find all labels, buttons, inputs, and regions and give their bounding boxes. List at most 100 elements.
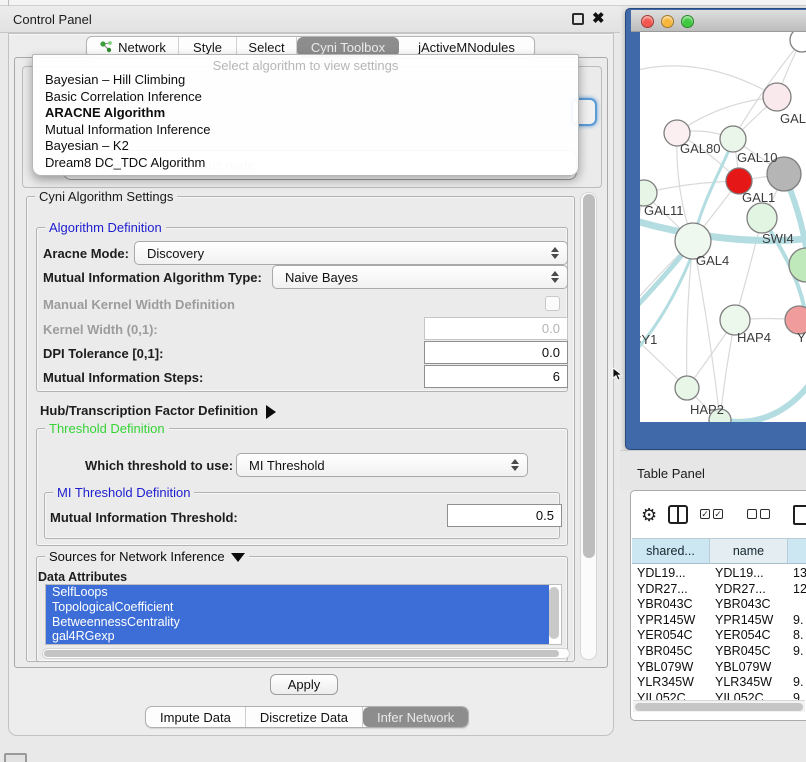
attributes-horizontal-scrollbar[interactable] [42, 648, 570, 659]
dpi-tolerance-field[interactable]: 0.0 [424, 341, 568, 364]
table-cell[interactable]: YBR045C [637, 644, 707, 658]
tab-infer-network[interactable]: Infer Network [363, 707, 468, 727]
select-all-icon[interactable]: ✓ ✓ [700, 509, 723, 519]
panel-corner-button[interactable] [4, 753, 27, 762]
settings-scrollbar-thumb[interactable] [583, 194, 595, 558]
collapse-down-icon [231, 553, 245, 562]
table-cell[interactable]: YER054C [715, 628, 785, 642]
mi-threshold-label: Mutual Information Threshold: [50, 510, 238, 525]
unchecked-box-icon [760, 509, 770, 519]
network-window-titlebar[interactable] [631, 10, 806, 32]
table-horizontal-scrollbar[interactable] [633, 700, 805, 712]
network-edge[interactable] [640, 66, 777, 97]
aracne-mode-combobox[interactable]: Discovery [134, 241, 568, 265]
kernel-width-field[interactable]: 0.0 [424, 317, 568, 340]
network-canvas[interactable]: GALGAL80GAL10GAL1GAL11SWI4GAL4GCY1HAP4YH… [640, 32, 806, 422]
column-header[interactable]: A [788, 538, 806, 564]
column-header[interactable]: name [710, 538, 788, 564]
node-top-right[interactable] [790, 32, 806, 52]
close-icon[interactable]: ✖ [592, 9, 605, 27]
mac-zoom-icon[interactable] [681, 15, 694, 28]
attribute-item[interactable]: TopologicalCoefficient [46, 600, 549, 615]
node-hap2[interactable] [675, 376, 699, 400]
gear-icon[interactable]: ⚙ [641, 505, 657, 526]
table-cell[interactable]: 9. [793, 613, 806, 627]
table-cell[interactable]: YBR043C [637, 597, 707, 611]
unchecked-box-icon [747, 509, 757, 519]
dropdown-item[interactable]: Dream8 DC_TDC Algorithm [33, 155, 578, 172]
which-threshold-combobox[interactable]: MI Threshold [236, 453, 528, 477]
table-cell[interactable]: YLR345W [637, 675, 707, 689]
table-cell[interactable]: 8. [793, 628, 806, 642]
table-cell[interactable]: 9. [793, 644, 806, 658]
float-window-icon[interactable] [572, 13, 584, 25]
table-cell[interactable]: YPR145W [637, 613, 707, 627]
aracne-mode-value: Discovery [147, 246, 204, 261]
new-table-icon[interactable] [793, 505, 806, 525]
mac-close-icon[interactable] [641, 15, 654, 28]
network-icon [99, 40, 114, 54]
table-cell[interactable]: YDL19... [637, 566, 707, 580]
mi-steps-label: Mutual Information Steps: [43, 370, 203, 385]
network-edge[interactable] [644, 181, 739, 193]
table-cell[interactable]: YDR27... [715, 582, 785, 596]
manual-kernel-checkbox[interactable] [545, 296, 560, 311]
table-cell[interactable]: YPR145W [715, 613, 785, 627]
tab-impute-data[interactable]: Impute Data [146, 707, 246, 727]
table-cell[interactable]: YBR045C [715, 644, 785, 658]
hub-definition-toggle[interactable]: Hub/Transcription Factor Definition [40, 403, 276, 419]
node-y-cut-label: Y [797, 330, 806, 345]
columns-icon[interactable] [668, 505, 688, 524]
node-gcy1-label: GCY1 [640, 332, 657, 347]
table-cell[interactable]: YLR345W [715, 675, 785, 689]
scrollbar-thumb[interactable] [44, 650, 559, 657]
mi-steps-field[interactable]: 6 [424, 365, 568, 388]
algorithm-definition-title: Algorithm Definition [45, 220, 166, 235]
dpi-tolerance-label: DPI Tolerance [0,1]: [43, 346, 163, 361]
table-cell[interactable]: YBL079W [715, 660, 785, 674]
dropdown-item[interactable]: Bayesian – K2 [33, 138, 578, 155]
dropdown-item[interactable]: ARACNE Algorithm [33, 105, 578, 122]
data-attributes-list[interactable]: SelfLoopsTopologicalCoefficientBetweenne… [45, 584, 562, 645]
dropdown-placeholder: Select algorithm to view settings [33, 55, 578, 72]
table-cell[interactable]: YER054C [637, 628, 707, 642]
table-cell[interactable]: YDL19... [715, 566, 785, 580]
network-edge-highlighted[interactable] [720, 377, 806, 422]
attribute-item[interactable]: SelfLoops [46, 585, 549, 600]
attributes-vertical-scrollbar[interactable] [549, 587, 559, 639]
checked-box-icon: ✓ [700, 509, 710, 519]
table-cell[interactable]: 9. [793, 675, 806, 689]
mac-minimize-icon[interactable] [661, 15, 674, 28]
dropdown-item[interactable]: Basic Correlation Inference [33, 89, 578, 106]
node-gal10[interactable] [720, 126, 746, 152]
node-gal-cut[interactable] [763, 83, 791, 111]
sources-title-toggle[interactable]: Sources for Network Inference [45, 549, 249, 564]
expand-right-icon [266, 405, 276, 419]
table-cell[interactable]: 13 [793, 566, 806, 580]
column-header[interactable]: shared... [632, 538, 710, 564]
dropdown-item[interactable]: Mutual Information Inference [33, 122, 578, 139]
mi-type-combobox[interactable]: Naive Bayes [272, 265, 568, 289]
table-cell[interactable]: YDR27... [637, 582, 707, 596]
mi-type-value: Naive Bayes [285, 270, 358, 285]
node-swi4[interactable] [747, 203, 777, 233]
mi-type-label: Mutual Information Algorithm Type: [43, 270, 262, 285]
table-cell[interactable]: 12 [793, 582, 806, 596]
node-gal11-label: GAL11 [644, 203, 684, 218]
deselect-all-icon[interactable] [747, 509, 770, 519]
mi-threshold-field[interactable]: 0.5 [447, 504, 562, 527]
table-cell[interactable]: YBR043C [715, 597, 785, 611]
node-green-right[interactable] [789, 248, 806, 282]
scrollbar-thumb[interactable] [635, 703, 803, 711]
attribute-item[interactable]: BetweennessCentrality [46, 615, 549, 630]
dropdown-item-list: Bayesian – Hill ClimbingBasic Correlatio… [33, 72, 578, 172]
dropdown-item[interactable]: Bayesian – Hill Climbing [33, 72, 578, 89]
apply-button[interactable]: Apply [270, 674, 338, 695]
tab-network-label: Network [118, 40, 166, 55]
network-edge[interactable] [735, 218, 762, 320]
attribute-item[interactable]: gal4RGexp [46, 629, 549, 644]
algorithm-dropdown-popup: Select algorithm to view settings Bayesi… [32, 54, 579, 176]
control-panel-titlebar [0, 6, 620, 33]
tab-discretize-data[interactable]: Discretize Data [246, 707, 363, 727]
table-cell[interactable]: YBL079W [637, 660, 707, 674]
